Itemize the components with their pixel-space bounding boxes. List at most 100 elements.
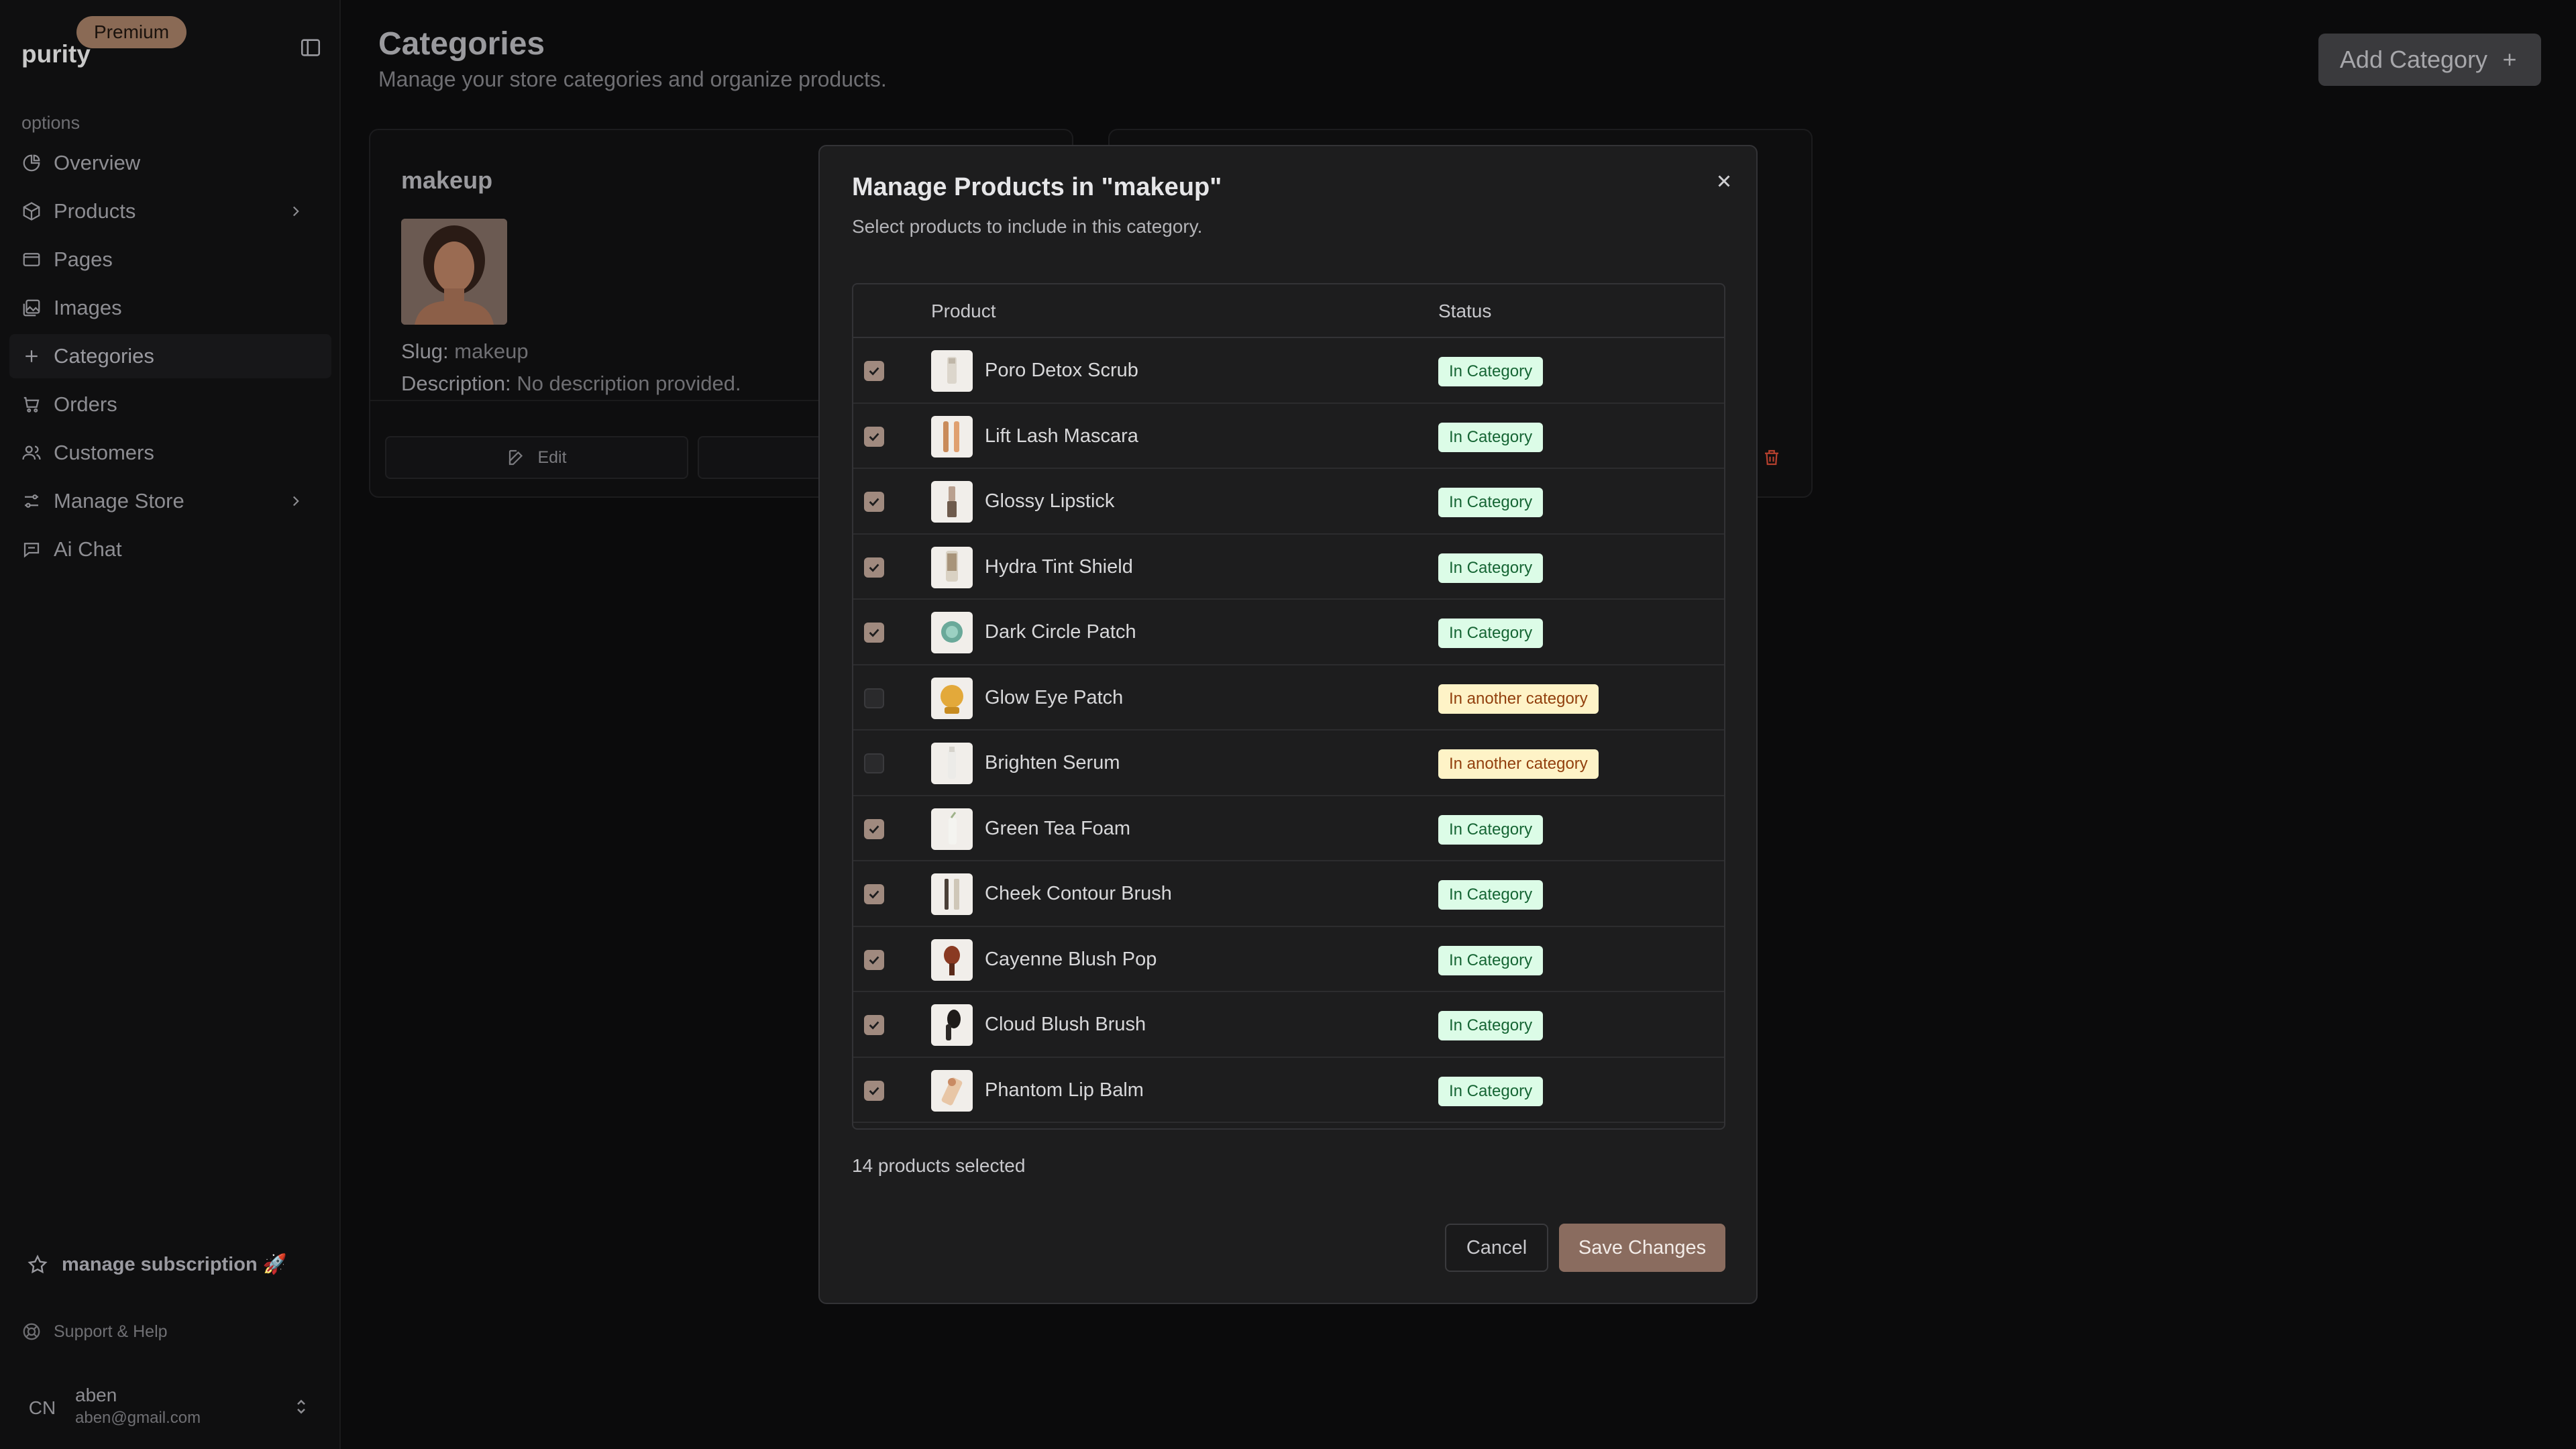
box-icon: [23, 202, 40, 221]
product-name: Phantom Lip Balm: [985, 1079, 1144, 1101]
chat-icon: [23, 543, 40, 558]
product-name: Brighten Serum: [985, 752, 1120, 773]
manage-subscription-link[interactable]: manage subscription 🚀: [27, 1253, 287, 1276]
sidebar-item-label: Products: [54, 199, 136, 223]
sidebar-item-label: Customers: [54, 441, 154, 464]
sidebar-item-label: Ai Chat: [54, 537, 122, 561]
sidebar-item-orders[interactable]: Orders: [9, 382, 331, 427]
section-label: options: [21, 113, 80, 133]
check-icon: [869, 367, 879, 376]
product-thumbnail: [931, 743, 973, 784]
premium-badge: Premium: [76, 16, 187, 48]
save-changes-button[interactable]: Save Changes: [1559, 1224, 1725, 1272]
status-badge: In another category: [1438, 749, 1599, 779]
product-name: Green Tea Foam: [985, 817, 1131, 839]
window-icon: [23, 253, 40, 266]
close-icon[interactable]: [1712, 169, 1736, 193]
product-checkbox[interactable]: [864, 1080, 884, 1101]
product-checkbox[interactable]: [864, 557, 884, 578]
status-badge: In Category: [1438, 553, 1544, 583]
sidebar-item-pages[interactable]: Pages: [9, 237, 331, 282]
slug-label: Slug:: [401, 339, 449, 363]
table-row[interactable]: Glossy Lipstick In Category: [853, 469, 1724, 535]
subscription-label: manage subscription 🚀: [62, 1254, 287, 1275]
product-thumbnail: [931, 481, 973, 523]
sidebar-item-ai-chat[interactable]: Ai Chat: [9, 527, 331, 572]
cancel-button[interactable]: Cancel: [1445, 1224, 1548, 1272]
sidebar-toggle-icon[interactable]: [299, 36, 322, 59]
table-row[interactable]: Poro Detox Scrub In Category: [853, 338, 1724, 404]
product-name: Lift Lash Mascara: [985, 425, 1138, 447]
check-icon: [869, 824, 879, 834]
status-badge: In Category: [1438, 488, 1544, 517]
product-checkbox[interactable]: [864, 949, 884, 970]
support-link[interactable]: Support & Help: [21, 1322, 168, 1342]
table-row[interactable]: Hydra Tint Shield In Category: [853, 535, 1724, 600]
check-icon: [869, 1021, 879, 1030]
product-checkbox[interactable]: [864, 884, 884, 904]
sidebar-item-categories[interactable]: Categories: [9, 334, 331, 378]
product-checkbox[interactable]: [864, 623, 884, 643]
table-row[interactable]: Phantom Lip Balm In Category: [853, 1058, 1724, 1123]
sliders-icon: [25, 494, 38, 508]
plus-icon: [25, 350, 38, 362]
sidebar-item-manage-store[interactable]: Manage Store: [9, 479, 331, 523]
product-checkbox[interactable]: [864, 426, 884, 447]
check-icon: [869, 955, 879, 965]
lifebuoy-icon: [23, 1323, 40, 1340]
table-row[interactable]: Cayenne Blush Pop In Category: [853, 927, 1724, 992]
table-row[interactable]: Glow Eye Patch In another category: [853, 665, 1724, 731]
add-category-button[interactable]: Add Category: [2318, 34, 2541, 86]
table-row[interactable]: Lift Lash Mascara In Category: [853, 404, 1724, 469]
sidebar-item-label: Orders: [54, 392, 117, 416]
column-header-product: Product: [931, 301, 996, 321]
check-icon: [869, 432, 879, 441]
status-badge: In Category: [1438, 357, 1544, 386]
table-row[interactable]: Cloud Blush Brush In Category: [853, 992, 1724, 1058]
product-checkbox[interactable]: [864, 1015, 884, 1035]
user-menu[interactable]: CN aben aben@gmail.com: [20, 1382, 321, 1430]
add-category-label: Add Category: [2339, 46, 2488, 73]
status-badge: In Category: [1438, 814, 1544, 845]
sidebar-item-label: Images: [54, 296, 122, 319]
cart-icon: [23, 396, 40, 413]
product-name: Hydra Tint Shield: [985, 555, 1133, 578]
edit-button[interactable]: Edit: [385, 436, 688, 479]
table-row[interactable]: Cheek Contour Brush In Category: [853, 861, 1724, 927]
sidebar-item-products[interactable]: Products: [9, 189, 331, 233]
sidebar: purity Premium options Overview Products…: [0, 0, 341, 1449]
product-checkbox[interactable]: [864, 818, 884, 839]
check-icon: [869, 629, 879, 637]
products-table: Product Status Poro Detox Scrub In Catego…: [852, 283, 1725, 1130]
table-row[interactable]: Green Tea Foam In Category: [853, 796, 1724, 861]
sidebar-item-images[interactable]: Images: [9, 286, 331, 330]
table-row[interactable]: Dark Circle Patch In Category: [853, 600, 1724, 665]
product-checkbox[interactable]: [864, 492, 884, 512]
product-name: Cheek Contour Brush: [985, 883, 1172, 904]
user-email: aben@gmail.com: [75, 1409, 201, 1427]
star-icon: [28, 1254, 48, 1274]
product-thumbnail: [931, 1004, 973, 1046]
table-header: Product Status: [853, 284, 1724, 338]
sidebar-item-customers[interactable]: Customers: [9, 431, 331, 475]
status-badge: In Category: [1438, 619, 1544, 648]
column-header-status: Status: [1438, 301, 1492, 321]
sidebar-item-overview[interactable]: Overview: [9, 141, 331, 185]
support-label: Support & Help: [54, 1322, 168, 1341]
trash-icon[interactable]: [1762, 447, 1782, 468]
product-name: Glossy Lipstick: [985, 490, 1115, 512]
product-thumbnail: [931, 677, 973, 719]
check-icon: [869, 1086, 879, 1095]
category-description: Description: No description provided.: [401, 372, 741, 396]
product-checkbox[interactable]: [864, 688, 884, 708]
product-checkbox[interactable]: [864, 361, 884, 381]
category-image: [401, 219, 507, 325]
product-thumbnail: [931, 546, 973, 588]
table-row[interactable]: Brighten Serum In another category: [853, 731, 1724, 796]
product-name: Poro Detox Scrub: [985, 360, 1138, 381]
product-name: Cayenne Blush Pop: [985, 948, 1157, 970]
product-thumbnail: [931, 938, 973, 981]
product-name: Dark Circle Patch: [985, 621, 1136, 643]
product-checkbox[interactable]: [864, 753, 884, 773]
brand-logo[interactable]: purity: [21, 40, 91, 68]
